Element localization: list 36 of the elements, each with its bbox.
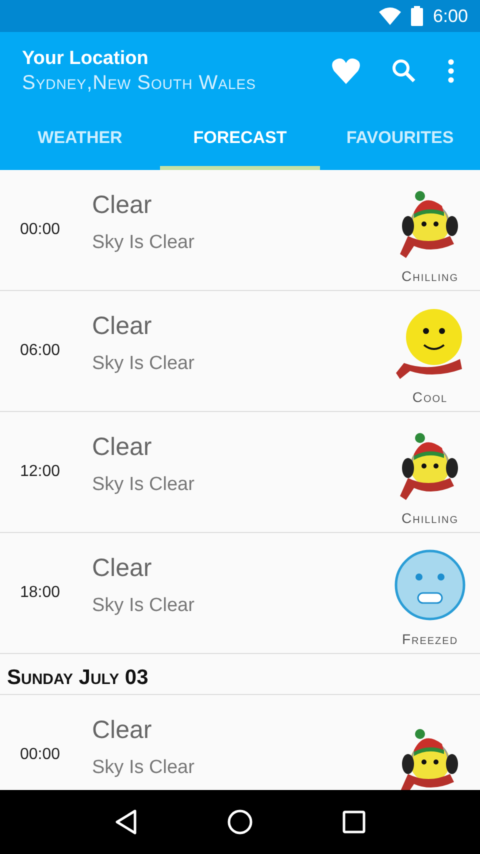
forecast-time: 12:00 [20, 463, 62, 481]
wifi-icon [378, 7, 401, 25]
smiley-icon [396, 307, 464, 379]
location-subtitle: Sydney,New South Wales [22, 72, 257, 94]
tab[interactable]: WEATHER [0, 110, 160, 170]
forecast-description: Sky Is Clear [92, 232, 196, 254]
back-icon[interactable] [114, 809, 138, 835]
forecast-description: Sky Is Clear [92, 352, 196, 374]
forecast-title: Clear [92, 716, 153, 744]
forecast-title: Clear [92, 554, 153, 582]
tab[interactable]: FAVOURITES [320, 110, 480, 170]
mood-label: Chilling [401, 268, 458, 284]
forecast-description: Sky Is Clear [92, 474, 196, 496]
forecast-title: Clear [92, 312, 153, 340]
forecast-title: Clear [92, 432, 153, 462]
clock-time: 6:00 [432, 6, 468, 26]
more-icon [448, 59, 454, 83]
forecast-title: Clear [92, 190, 153, 220]
forecast-description: Sky Is Clear [92, 756, 196, 778]
forecast-time: 18:00 [20, 584, 62, 602]
home-icon[interactable] [226, 809, 253, 835]
tab[interactable]: FORECAST [160, 110, 320, 170]
battery-icon [410, 6, 423, 26]
frozen-face-icon [394, 549, 466, 621]
forecast-time: 00:00 [20, 221, 62, 239]
search-icon [392, 59, 416, 83]
forecast-time: 00:00 [20, 746, 62, 764]
mood-label: Chilling [401, 510, 458, 526]
forecast-time: 06:00 [20, 342, 62, 360]
toolbar-title: Your Location [22, 48, 150, 70]
heart-icon [332, 58, 360, 84]
day-header: Sunday July 03 [0, 654, 480, 695]
mood-label: Cool [412, 389, 448, 405]
forecast-description: Sky Is Clear [92, 594, 196, 616]
mood-label: Freezed [402, 631, 458, 647]
recents-icon[interactable] [342, 810, 366, 834]
